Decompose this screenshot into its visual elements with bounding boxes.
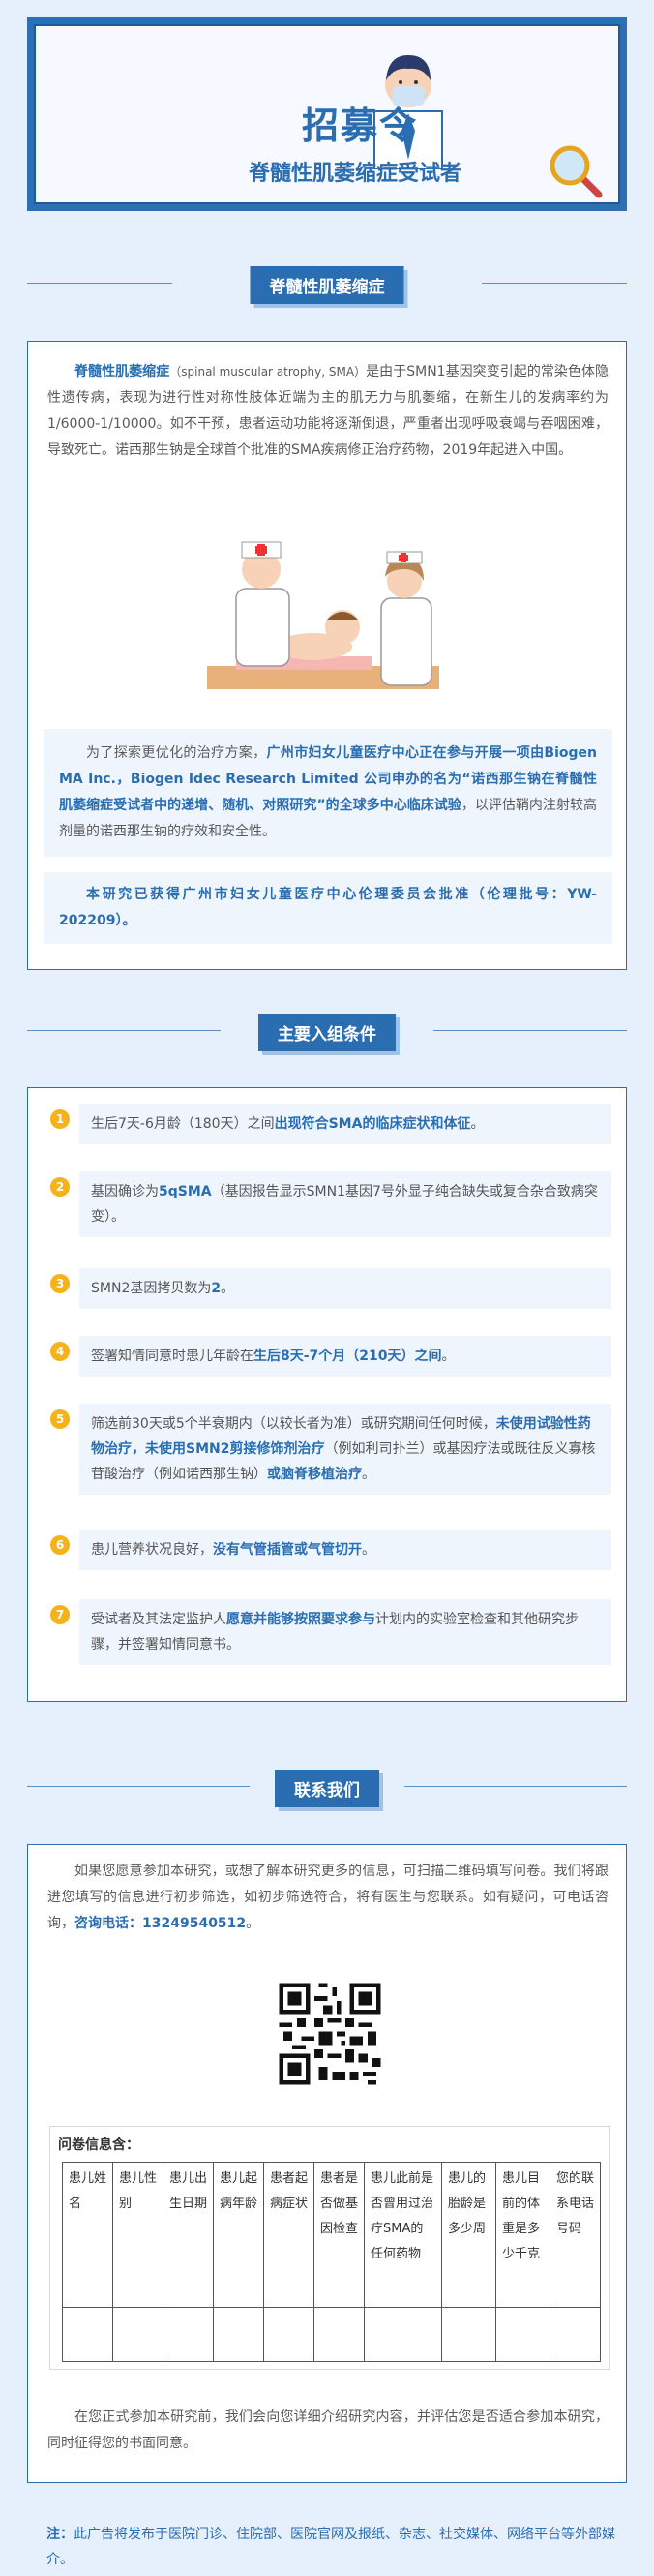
footer-note: 注：此广告将发布于医院门诊、住院部、医院官网及报纸、杂志、社交媒体、网络平台等外… xyxy=(46,2522,627,2572)
study-description-paragraph: 为了探索更优化的治疗方案，广州市妇女儿童医疗中心正在参与开展一项由Biogen … xyxy=(44,729,612,857)
closing-paragraph: 在您正式参加本研究前，我们会向您详细介绍研究内容，并评估您是否适合参加本研究，同… xyxy=(47,2409,609,2451)
table-cell[interactable] xyxy=(313,2307,365,2362)
table-cell[interactable] xyxy=(163,2307,214,2362)
divider xyxy=(27,1786,250,1787)
section-header-sma: 脊髓性肌萎缩症 xyxy=(27,266,627,304)
table-header-cell: 患儿姓名 xyxy=(62,2162,113,2308)
criteria-number-badge: 2 xyxy=(50,1177,70,1197)
banner-title: 招募令 xyxy=(301,105,418,147)
table-header-cell: 患儿出生日期 xyxy=(163,2162,214,2308)
table-cell[interactable] xyxy=(495,2307,550,2362)
table-header-cell: 患儿性别 xyxy=(112,2162,164,2308)
criteria-text: SMN2基因拷贝数为2。 xyxy=(79,1268,611,1309)
table-cell[interactable] xyxy=(62,2307,113,2362)
criteria-text: 筛选前30天或5个半衰期内（以较长者为准）或研究期间任何时候，未使用试验性药物治… xyxy=(79,1404,611,1495)
contact-phone[interactable]: 咨询电话：13249540512 xyxy=(74,1916,246,1931)
sma-info-box: 脊髓性肌萎缩症（spinal muscular atrophy, SMA）是由于… xyxy=(27,341,627,970)
criteria-item: 1 生后7天-6月龄（180天）之间出现符合SMA的临床症状和体征。 xyxy=(50,1104,611,1152)
criteria-item: 4 签署知情同意时患儿年龄在生后8天-7个月（210天）之间。 xyxy=(50,1336,611,1384)
ethics-approval-paragraph: 本研究已获得广州市妇女儿童医疗中心伦理委员会批准（伦理批号：YW-202209）… xyxy=(44,872,612,944)
table-cell[interactable] xyxy=(550,2307,601,2362)
section-title: 脊髓性肌萎缩症 xyxy=(250,266,404,304)
divider xyxy=(404,1786,627,1787)
divider xyxy=(27,283,172,284)
ethics-approval-text: 本研究已获得广州市妇女儿童医疗中心伦理委员会批准（伦理批号：YW-202209）… xyxy=(59,887,597,928)
criteria-item: 7 受试者及其法定监护人愿意并能够按照要求参与计划内的实验室检查和其他研究步骤，… xyxy=(50,1599,611,1677)
study-description-intro: 为了探索更优化的治疗方案， xyxy=(86,745,267,761)
sma-intro-paragraph: 脊髓性肌萎缩症（spinal muscular atrophy, SMA）是由于… xyxy=(47,359,609,464)
table-header-cell: 您的联系电话号码 xyxy=(550,2162,601,2308)
table-cell[interactable] xyxy=(213,2307,264,2362)
contact-paragraph: 如果您愿意参加本研究，或想了解本研究更多的信息，可扫描二维码填写问卷。我们将跟进… xyxy=(47,1864,609,1931)
divider xyxy=(433,1030,627,1031)
form-title: 问卷信息含： xyxy=(58,2137,139,2153)
criteria-text: 患儿营养状况良好，没有气管插管或气管切开。 xyxy=(79,1530,611,1570)
criteria-number-badge: 3 xyxy=(50,1274,70,1293)
sma-term: 脊髓性肌萎缩症 xyxy=(74,364,170,379)
criteria-number-badge: 1 xyxy=(50,1109,70,1129)
section-title: 主要入组条件 xyxy=(258,1014,396,1051)
table-cell[interactable] xyxy=(112,2307,164,2362)
footer-label: 注： xyxy=(46,2527,74,2542)
header-banner-inner: 招募令 脊髓性肌萎缩症受试者 xyxy=(34,24,620,204)
questionnaire-form: 问卷信息含： 患儿姓名 患儿性别 患儿出生日期 患儿起病年龄 患者起病症状 患者… xyxy=(49,2126,610,2370)
table-header-cell: 患儿目前的体重是多少千克 xyxy=(495,2162,550,2308)
table-header-cell: 患者起病症状 xyxy=(263,2162,314,2308)
criteria-item: 3 SMN2基因拷贝数为2。 xyxy=(50,1268,611,1317)
section-header-contact: 联系我们 xyxy=(27,1770,627,1807)
table-header-cell: 患儿起病年龄 xyxy=(213,2162,264,2308)
header-banner: 招募令 脊髓性肌萎缩症受试者 xyxy=(27,17,627,211)
table-header-cell: 患者是否做基因检查 xyxy=(313,2162,365,2308)
table-header-cell: 患儿此前是否曾用过治疗SMA的任何药物 xyxy=(364,2162,442,2308)
divider xyxy=(482,283,627,284)
criteria-text: 受试者及其法定监护人愿意并能够按照要求参与计划内的实验室检查和其他研究步骤，并签… xyxy=(79,1599,611,1665)
footer-text: 此广告将发布于医院门诊、住院部、医院官网及报纸、杂志、社交媒体、网络平台等外部媒… xyxy=(46,2527,615,2567)
table-cell[interactable] xyxy=(364,2307,442,2362)
page: 招募令 脊髓性肌萎缩症受试者 脊髓性肌萎缩症 脊髓性肌萎缩症（spinal mu… xyxy=(0,0,654,2576)
criteria-number-badge: 4 xyxy=(50,1342,70,1361)
sma-english-term: （spinal muscular atrophy, SMA） xyxy=(169,365,367,379)
criteria-item: 5 筛选前30天或5个半衰期内（以较长者为准）或研究期间任何时候，未使用试验性药… xyxy=(50,1404,611,1510)
table-cell[interactable] xyxy=(263,2307,314,2362)
criteria-item: 2 基因确诊为5qSMA（基因报告显示SMN1基因7号外显子纯合缺失或复合杂合致… xyxy=(50,1171,611,1249)
doctors-with-baby-illustration xyxy=(207,541,439,689)
section-title: 联系我们 xyxy=(275,1770,379,1807)
criteria-text: 生后7天-6月龄（180天）之间出现符合SMA的临床症状和体征。 xyxy=(79,1104,611,1144)
criteria-text: 签署知情同意时患儿年龄在生后8天-7个月（210天）之间。 xyxy=(79,1336,611,1377)
questionnaire-table: 患儿姓名 患儿性别 患儿出生日期 患儿起病年龄 患者起病症状 患者是否做基因检查… xyxy=(62,2162,601,2362)
qr-code-icon[interactable] xyxy=(275,1979,385,2089)
criteria-number-badge: 6 xyxy=(50,1535,70,1555)
banner-subtitle: 脊髓性肌萎缩症受试者 xyxy=(248,162,461,186)
criteria-text: 基因确诊为5qSMA（基因报告显示SMN1基因7号外显子纯合缺失或复合杂合致病突… xyxy=(79,1171,611,1237)
section-header-criteria: 主要入组条件 xyxy=(27,1014,627,1051)
table-header-cell: 患儿的胎龄是多少周 xyxy=(441,2162,496,2308)
criteria-item: 6 患儿营养状况良好，没有气管插管或气管切开。 xyxy=(50,1530,611,1578)
criteria-number-badge: 7 xyxy=(50,1605,70,1624)
magnifier-icon xyxy=(550,145,603,198)
criteria-number-badge: 5 xyxy=(50,1409,70,1429)
divider xyxy=(27,1030,221,1031)
contact-box: 如果您愿意参加本研究，或想了解本研究更多的信息，可扫描二维码填写问卷。我们将跟进… xyxy=(27,1844,627,2483)
table-cell[interactable] xyxy=(441,2307,496,2362)
